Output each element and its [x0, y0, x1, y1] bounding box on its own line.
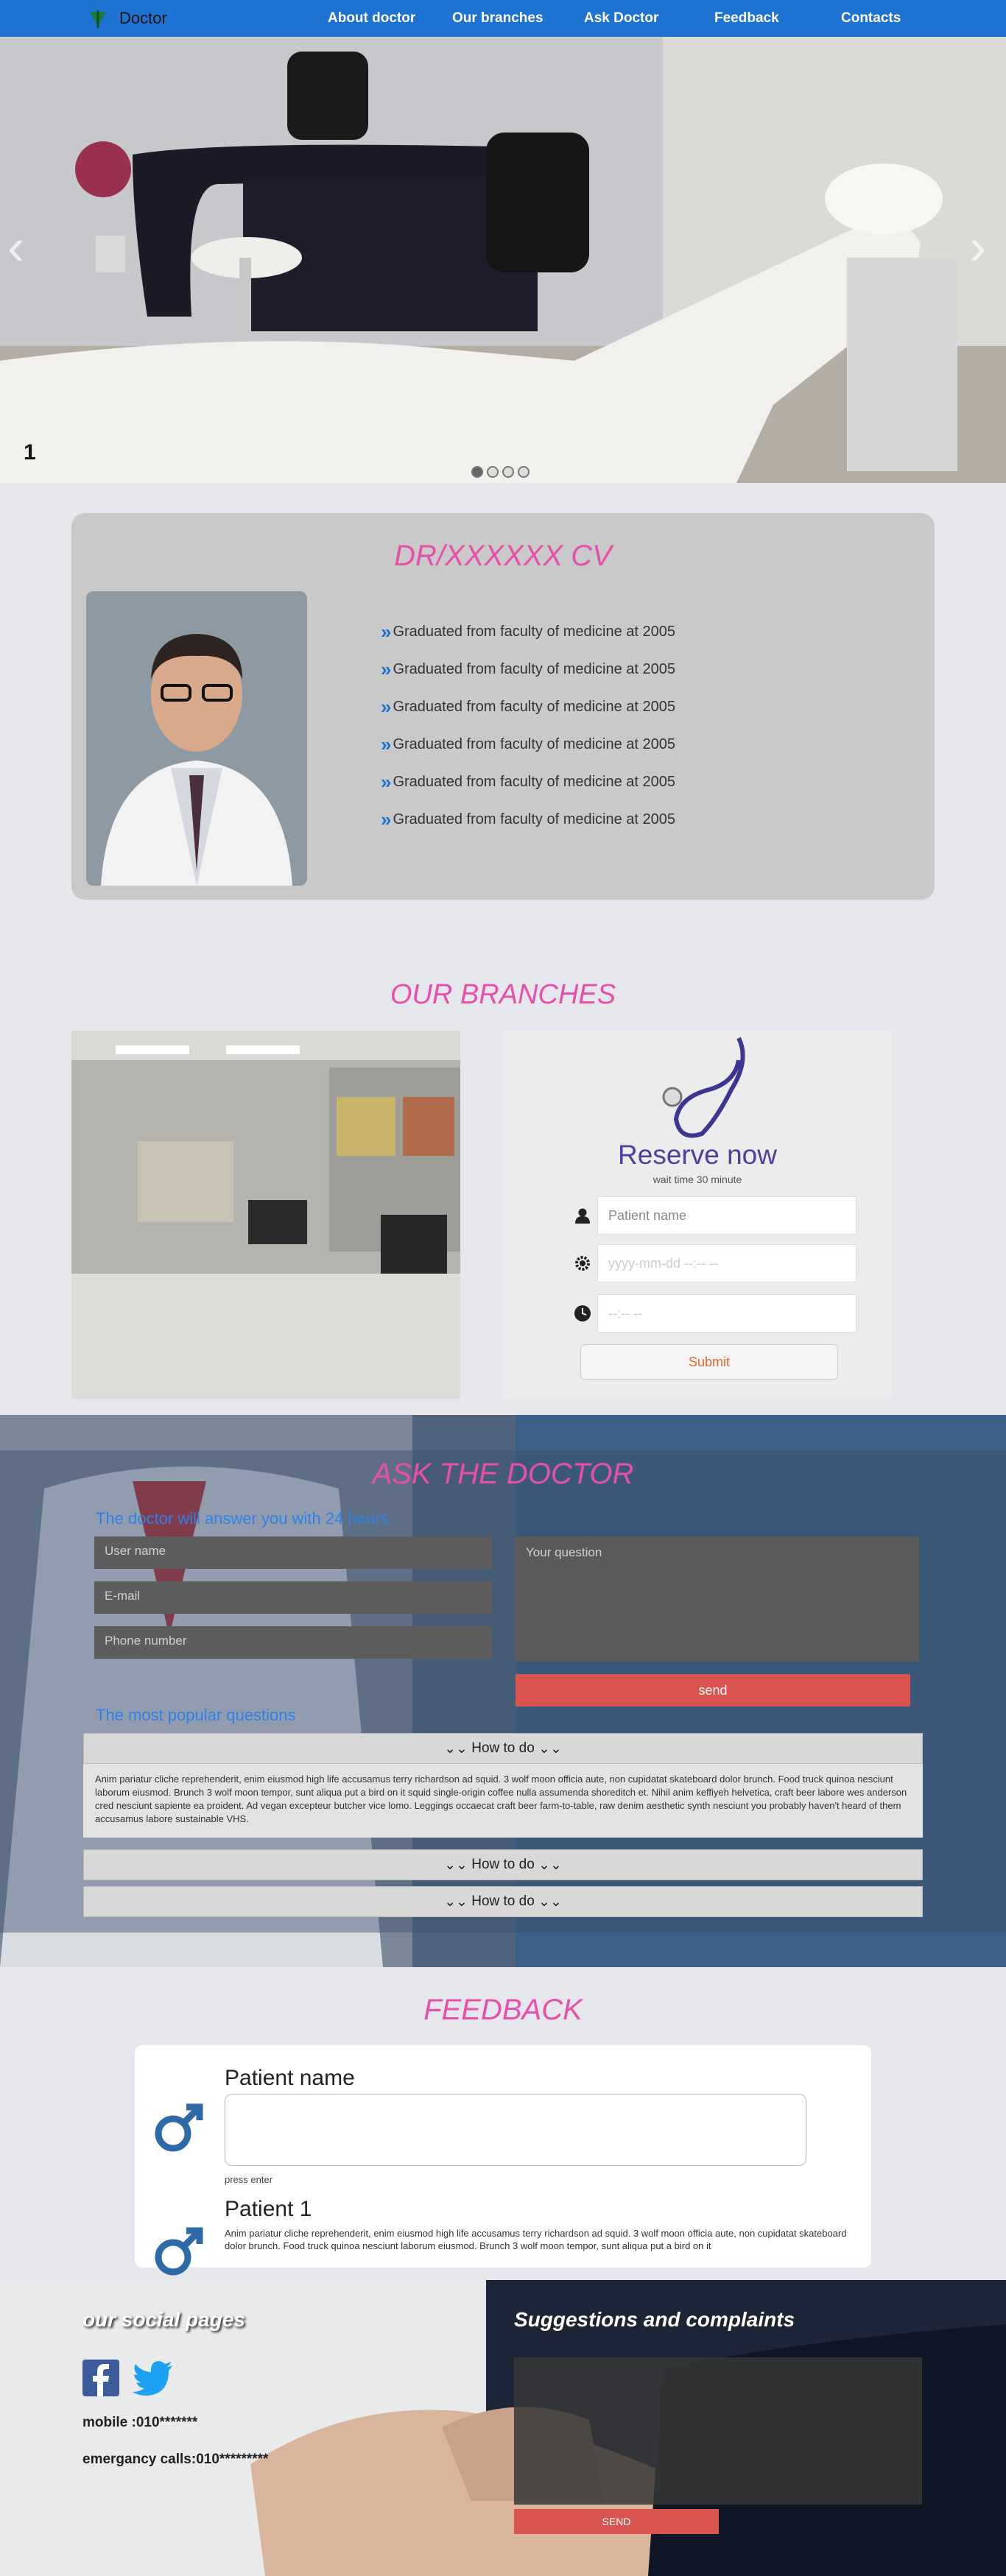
- brand[interactable]: Doctor: [87, 7, 167, 29]
- double-chevron-icon: »: [381, 658, 392, 680]
- press-enter-hint: press enter: [225, 2174, 273, 2185]
- branches-title: OUR BRANCHES: [390, 979, 616, 1010]
- carousel-dot[interactable]: [471, 466, 483, 478]
- carousel-next-icon[interactable]: ›: [969, 217, 986, 276]
- feedback-title: FEEDBACK: [423, 1994, 583, 2026]
- twitter-icon[interactable]: [133, 2360, 174, 2396]
- nav-our-branches[interactable]: Our branches: [452, 10, 544, 27]
- suggestions-title: Suggestions and complaints: [514, 2308, 795, 2331]
- social-title: our social pages: [82, 2308, 245, 2331]
- double-chevron-down-icon: ⌄⌄: [444, 1740, 472, 1757]
- answer-time-note: The doctor will answer you with 24 hours: [96, 1509, 389, 1528]
- phone-input[interactable]: Phone number: [94, 1626, 492, 1659]
- doctor-photo: [86, 591, 307, 886]
- branch-photo: [71, 1031, 460, 1399]
- carousel-dot[interactable]: [487, 466, 499, 478]
- send-question-button[interactable]: send: [516, 1674, 910, 1707]
- social-links: [82, 2360, 174, 2396]
- cv-item: » Graduated from faculty of medicine at 2…: [381, 733, 676, 755]
- patient-name-row: Patient name: [568, 1196, 856, 1235]
- feedback-textarea[interactable]: [225, 2094, 806, 2166]
- double-chevron-down-icon: ⌄⌄: [534, 1894, 562, 1910]
- time-row: --:-- --: [568, 1294, 856, 1333]
- double-chevron-icon: »: [381, 771, 392, 793]
- carousel-dot[interactable]: [502, 466, 514, 478]
- nav-ask-doctor[interactable]: Ask Doctor: [584, 10, 658, 27]
- double-chevron-down-icon: ⌄⌄: [534, 1740, 562, 1757]
- popular-questions-title: The most popular questions: [96, 1706, 296, 1724]
- double-chevron-icon: »: [381, 808, 392, 830]
- send-suggestion-button[interactable]: SEND: [514, 2509, 719, 2534]
- carousel-prev-icon[interactable]: ‹: [7, 217, 24, 276]
- cv-item: » Graduated from faculty of medicine at 2…: [381, 621, 676, 643]
- accordion-header[interactable]: ⌄⌄ How to do ⌄⌄: [83, 1886, 923, 1917]
- carousel-dot[interactable]: [518, 466, 530, 478]
- accordion-answer: Anim pariatur cliche reprehenderit, enim…: [83, 1764, 923, 1838]
- user-name-input[interactable]: User name: [94, 1536, 492, 1569]
- suggestions-textarea[interactable]: [514, 2357, 922, 2505]
- submit-button[interactable]: Submit: [580, 1344, 838, 1380]
- email-input[interactable]: E-mail: [94, 1581, 492, 1614]
- male-symbol-icon: [155, 2227, 203, 2276]
- stethoscope-icon: [662, 1037, 745, 1138]
- ask-title: ASK THE DOCTOR: [372, 1458, 634, 1490]
- nav-contacts[interactable]: Contacts: [841, 10, 901, 27]
- accordion-header[interactable]: ⌄⌄ How to do ⌄⌄: [83, 1849, 923, 1880]
- double-chevron-icon: »: [381, 696, 392, 718]
- gear-icon: [568, 1243, 597, 1283]
- facebook-icon[interactable]: [82, 2360, 119, 2396]
- clock-icon: [568, 1294, 597, 1333]
- nav-feedback[interactable]: Feedback: [714, 10, 779, 27]
- date-input[interactable]: yyyy-mm-dd --:-- --: [597, 1244, 856, 1282]
- clinic-room-image: [0, 37, 1006, 483]
- comment-text: Anim pariatur cliche reprehenderit, enim…: [225, 2228, 847, 2251]
- wait-time: wait time 30 minute: [653, 1174, 742, 1185]
- emergency-number: emergancy calls:010*********: [82, 2452, 269, 2467]
- slide-number: 1: [24, 440, 36, 465]
- feedback-card: Patient name press enter Patient 1 Anim …: [135, 2045, 871, 2276]
- carousel-indicators: [471, 466, 530, 478]
- double-chevron-down-icon: ⌄⌄: [534, 1857, 562, 1873]
- reserve-title: Reserve now: [618, 1140, 777, 1170]
- mobile-number: mobile :010*******: [82, 2415, 198, 2430]
- cv-item: » Graduated from faculty of medicine at 2…: [381, 771, 676, 793]
- brand-name: Doctor: [119, 9, 167, 27]
- patient-name-input[interactable]: Patient name: [597, 1196, 856, 1235]
- comment-author: Patient 1: [225, 2197, 312, 2221]
- double-chevron-icon: »: [381, 733, 392, 755]
- cv-item: » Graduated from faculty of medicine at 2…: [381, 696, 676, 718]
- user-icon: [568, 1196, 597, 1235]
- date-row: yyyy-mm-dd --:-- --: [568, 1243, 856, 1283]
- nav-about-doctor[interactable]: About doctor: [328, 10, 415, 27]
- footer: our social pages mobile :010******* emer…: [0, 2280, 1006, 2576]
- ask-doctor-section: ASK THE DOCTOR The doctor will answer yo…: [0, 1415, 1006, 1967]
- navbar: Doctor About doctor Our branches Ask Doc…: [0, 0, 1006, 37]
- doctor-cv-section: DR/XXXXXX CV » Graduated from faculty of …: [71, 513, 935, 900]
- male-symbol-icon: [155, 2103, 203, 2152]
- hero-carousel: ‹ › 1: [0, 37, 1006, 483]
- feedback-form-name: Patient name: [225, 2066, 355, 2090]
- cv-item: » Graduated from faculty of medicine at 2…: [381, 808, 676, 830]
- question-textarea[interactable]: Your question: [516, 1536, 919, 1662]
- time-input[interactable]: --:-- --: [597, 1294, 856, 1333]
- cv-title: DR/XXXXXX CV: [394, 540, 612, 572]
- reservation-form: Reserve now wait time 30 minute Patient …: [503, 1031, 892, 1399]
- double-chevron-down-icon: ⌄⌄: [444, 1894, 472, 1910]
- double-chevron-icon: »: [381, 621, 392, 643]
- caduceus-icon: [90, 10, 106, 28]
- cv-item: » Graduated from faculty of medicine at 2…: [381, 658, 676, 680]
- double-chevron-down-icon: ⌄⌄: [444, 1857, 472, 1873]
- accordion-header[interactable]: ⌄⌄ How to do ⌄⌄: [83, 1733, 923, 1764]
- cv-list: » Graduated from faculty of medicine at 2…: [381, 613, 675, 839]
